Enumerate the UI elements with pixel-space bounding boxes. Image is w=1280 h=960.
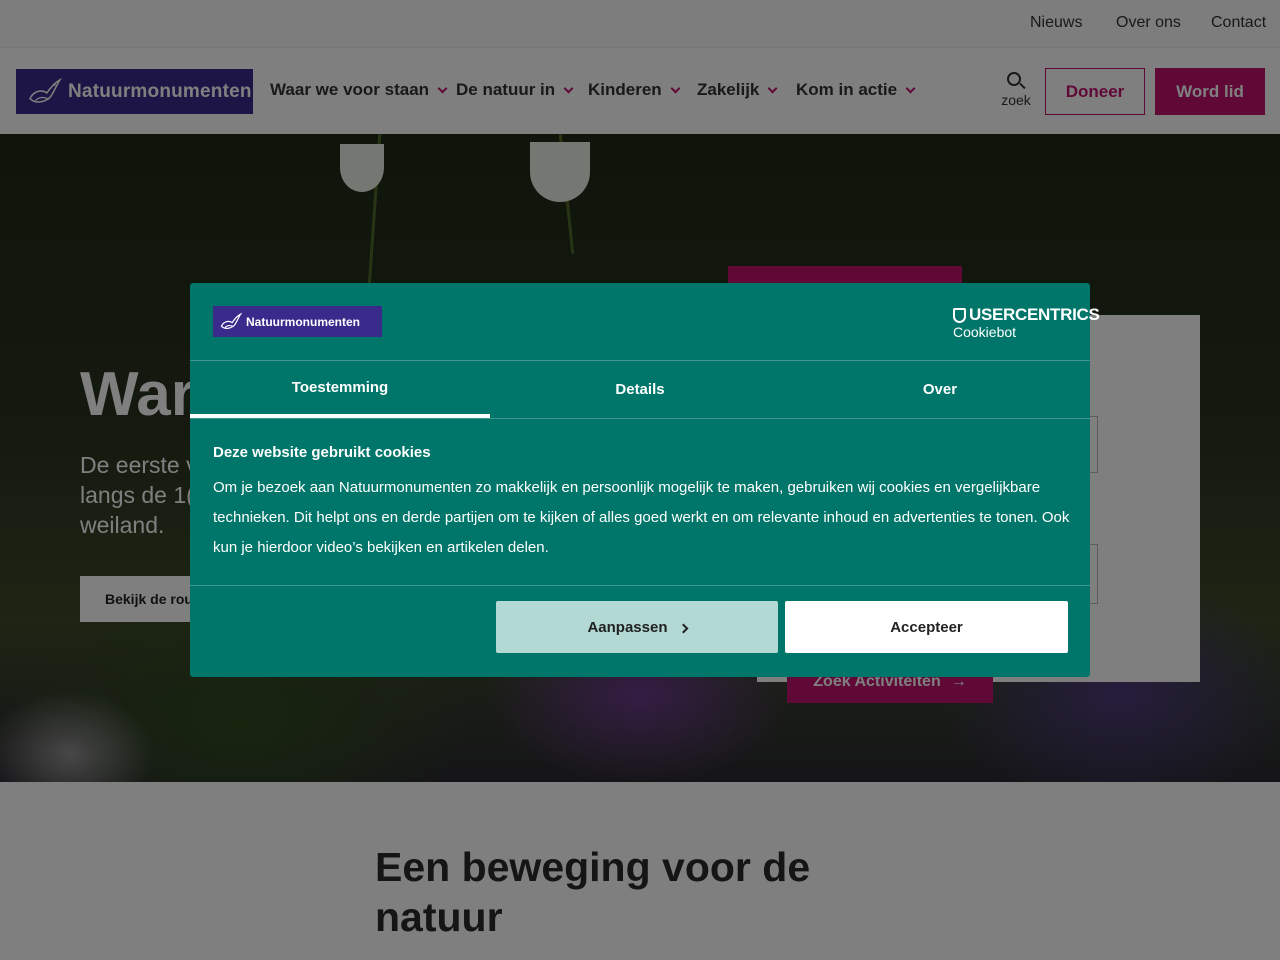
cookie-heading: Deze website gebruikt cookies [213,444,431,461]
tab-toestemming[interactable]: Toestemming [190,360,490,418]
provider-product: Cookiebot [953,324,1017,340]
usercentrics-logo: USERCENTRICS Cookiebot [953,305,1100,340]
tab-details[interactable]: Details [490,360,790,418]
customize-label: Aanpassen [587,618,668,636]
divider [190,418,1090,419]
divider [190,585,1090,586]
tab-over[interactable]: Over [790,360,1090,418]
cookie-description: Om je bezoek aan Natuurmonumenten zo mak… [213,479,1070,556]
provider-name: USERCENTRICS [969,305,1100,324]
dialog-logo: Natuurmonumenten [213,306,382,337]
shield-icon [953,307,966,323]
dialog-logo-text: Natuurmonumenten [246,314,360,329]
accept-button[interactable]: Accepteer [785,601,1068,653]
cookie-consent-dialog: Natuurmonumenten USERCENTRICS Cookiebot … [190,283,1100,677]
chevron-right-icon [678,623,688,634]
customize-button[interactable]: Aanpassen [496,601,778,653]
bird-logo-icon [220,312,243,329]
